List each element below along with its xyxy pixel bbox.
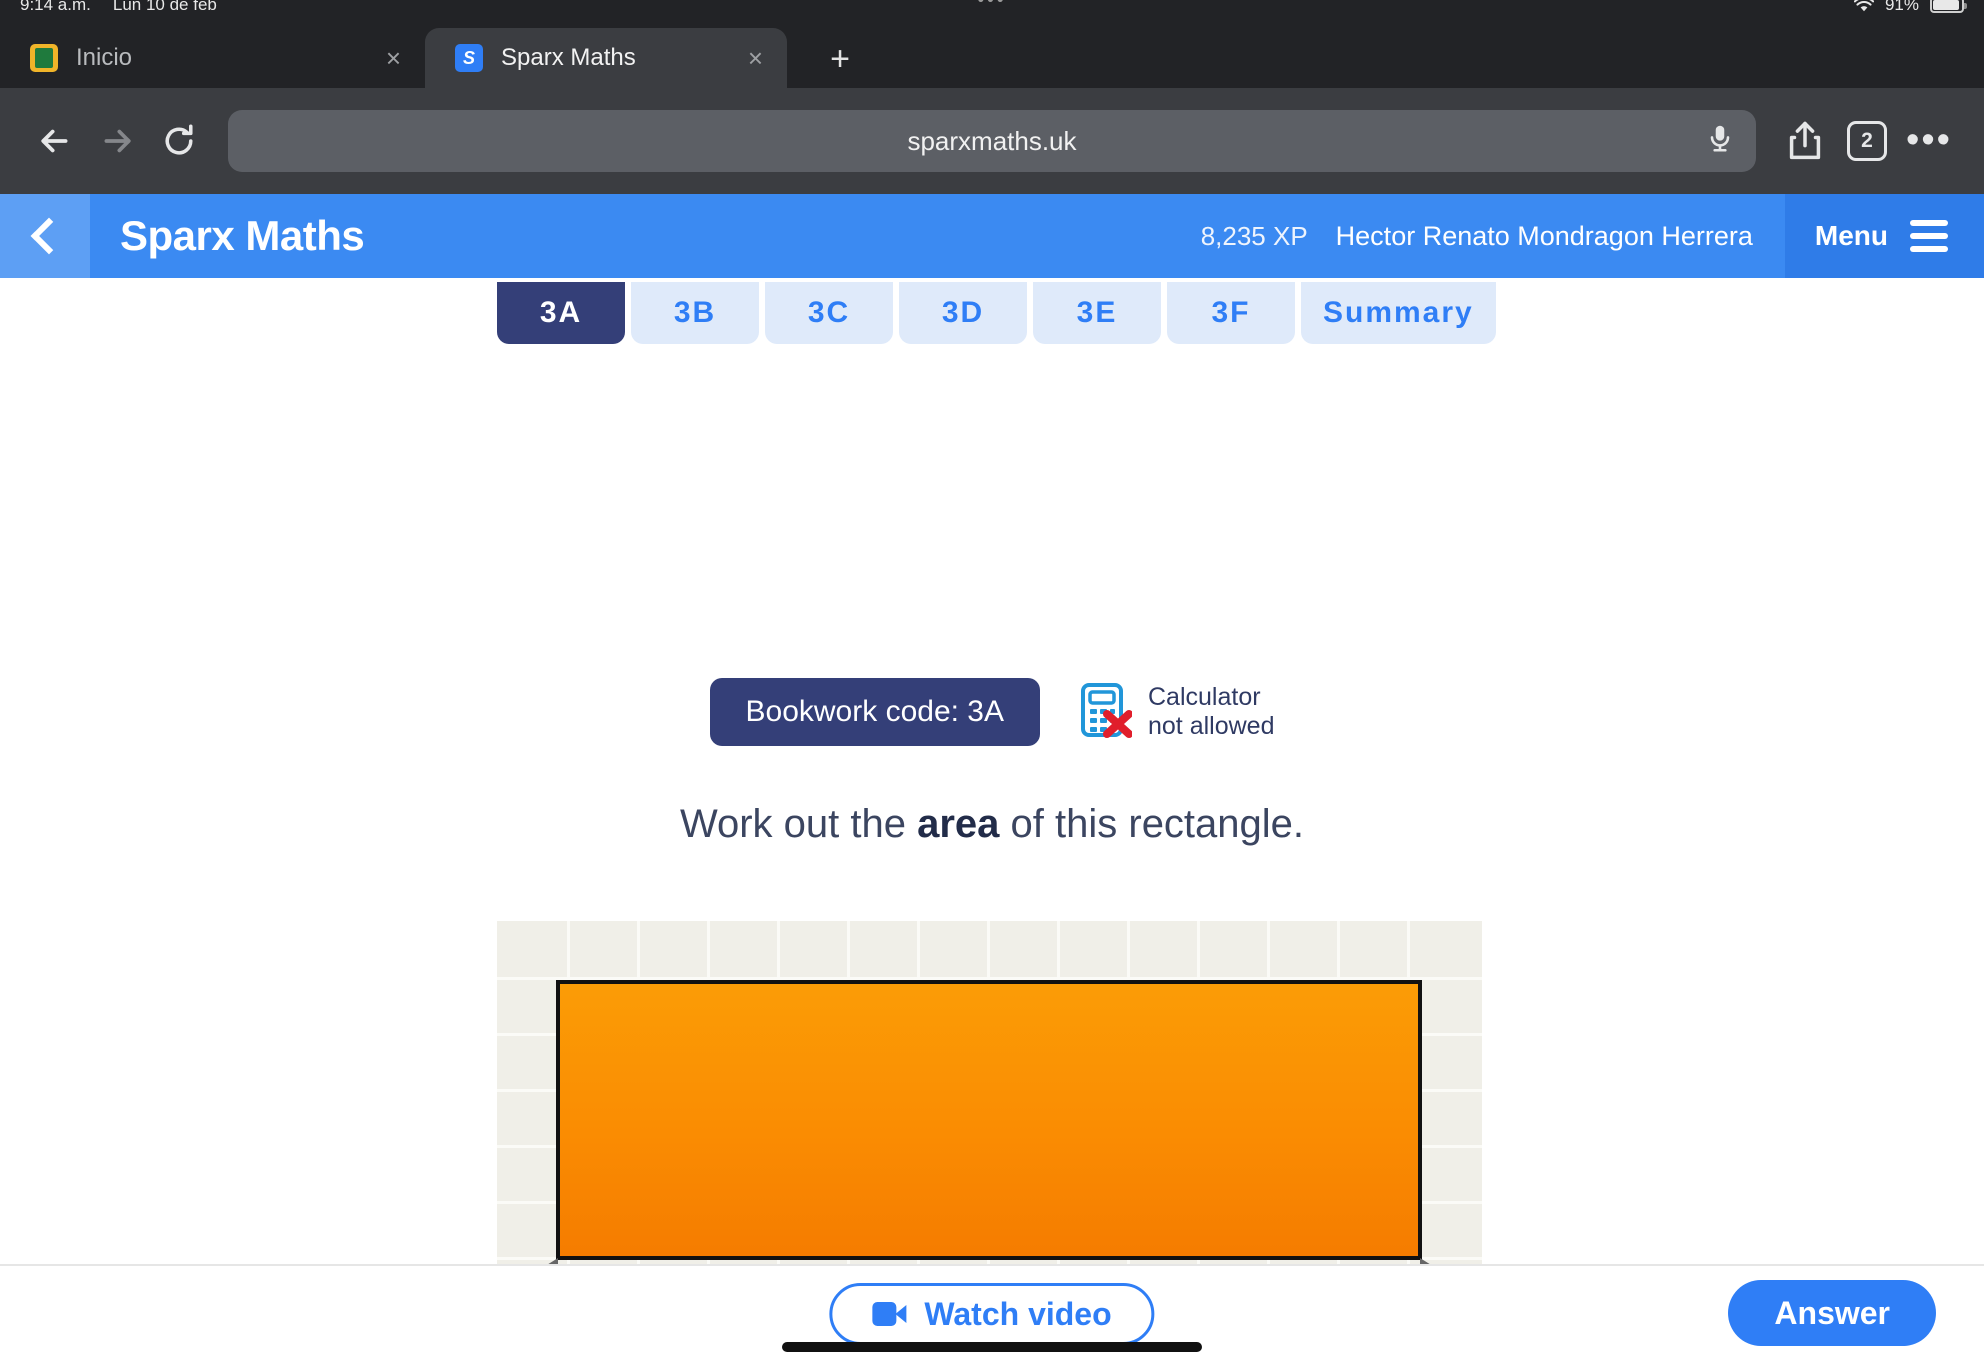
microphone-icon[interactable] — [1706, 123, 1734, 160]
status-bar-left: 9:14 a.m. Lun 10 de feb — [20, 0, 217, 15]
browser-tab-title: Sparx Maths — [501, 44, 636, 71]
share-icon[interactable] — [1774, 110, 1836, 172]
video-camera-icon — [872, 1302, 907, 1326]
close-tab-icon[interactable]: × — [380, 43, 407, 74]
calculator-not-allowed-notice: Calculator not allowed — [1080, 682, 1274, 743]
user-name-label: Hector Renato Mondragon Herrera — [1335, 220, 1753, 251]
answer-button[interactable]: Answer — [1728, 1280, 1936, 1346]
home-indicator — [782, 1342, 1202, 1352]
status-bar-dots-icon: ••• — [977, 0, 1007, 11]
back-arrow-icon[interactable] — [24, 110, 86, 172]
new-tab-button[interactable]: + — [812, 36, 868, 82]
watch-video-button[interactable]: Watch video — [829, 1283, 1155, 1345]
battery-icon — [1930, 0, 1967, 13]
calculator-notice-line2: not allowed — [1148, 712, 1275, 740]
browser-tab-title: Inicio — [76, 44, 133, 71]
tab-3a[interactable]: 3A — [497, 282, 625, 344]
bookwork-row: Bookwork code: 3A Calculator not allowed — [0, 678, 1984, 746]
reload-icon[interactable] — [148, 110, 210, 172]
browser-toolbar: sparxmaths.uk 2 ••• — [0, 88, 1984, 194]
battery-percent-label: 91% — [1884, 0, 1919, 14]
tab-3b[interactable]: 3B — [631, 282, 759, 344]
hamburger-menu-icon — [1910, 220, 1948, 252]
chevron-left-icon — [30, 217, 68, 255]
bookwork-code-badge: Bookwork code: 3A — [709, 678, 1040, 746]
calculator-notice-text: Calculator not allowed — [1148, 683, 1274, 742]
calculator-notice-line1: Calculator — [1148, 682, 1261, 711]
app-header: Sparx Maths 8,235 XP Hector Renato Mondr… — [0, 194, 1984, 278]
status-bar-right: 91% — [1853, 0, 1967, 15]
menu-label: Menu — [1814, 220, 1888, 251]
forward-arrow-icon — [86, 110, 148, 172]
tab-3f[interactable]: 3F — [1167, 282, 1295, 344]
orange-rectangle-shape — [556, 980, 1422, 1260]
status-bar-time: 9:14 a.m. — [20, 0, 91, 14]
tab-count-button[interactable]: 2 — [1836, 110, 1898, 172]
more-options-icon[interactable]: ••• — [1898, 110, 1960, 172]
watch-video-label: Watch video — [924, 1295, 1112, 1332]
menu-button[interactable]: Menu — [1784, 194, 1984, 278]
close-tab-icon[interactable]: × — [742, 43, 769, 74]
home-favicon-icon — [30, 44, 58, 72]
url-input[interactable]: sparxmaths.uk — [228, 110, 1756, 172]
tab-3c[interactable]: 3C — [765, 282, 893, 344]
tab-3e[interactable]: 3E — [1033, 282, 1161, 344]
browser-tab-strip: Inicio × S Sparx Maths × + — [0, 22, 1984, 88]
browser-tab-inicio[interactable]: Inicio × — [0, 28, 425, 88]
browser-tab-sparx-maths[interactable]: S Sparx Maths × — [425, 28, 787, 88]
sparx-favicon-icon: S — [455, 44, 483, 72]
screen: 9:14 a.m. Lun 10 de feb ••• 91% Inicio ×… — [0, 0, 1984, 1360]
tab-count-label: 2 — [1847, 121, 1887, 161]
calculator-not-allowed-icon — [1080, 682, 1133, 743]
bottom-action-bar: Watch video Answer — [0, 1264, 1984, 1360]
app-brand-title: Sparx Maths — [120, 212, 365, 259]
page-content: 3A 3B 3C 3D 3E 3F Summary Bookwork code:… — [0, 278, 1984, 1326]
question-prompt: Work out the area of this rectangle. — [0, 802, 1984, 847]
prompt-bold: area — [917, 802, 1000, 846]
xp-label: 8,235 XP — [1200, 220, 1308, 251]
app-back-button[interactable] — [0, 194, 90, 278]
status-bar-date: Lun 10 de feb — [112, 0, 217, 14]
app-header-right: 8,235 XP Hector Renato Mondragon Herrera… — [1201, 194, 1984, 278]
prompt-after: of this rectangle. — [999, 802, 1305, 846]
task-tab-bar: 3A 3B 3C 3D 3E 3F Summary — [497, 282, 1496, 344]
url-text: sparxmaths.uk — [907, 125, 1077, 156]
ios-status-bar: 9:14 a.m. Lun 10 de feb ••• 91% — [0, 0, 1984, 22]
wifi-icon — [1853, 0, 1875, 13]
tab-3d[interactable]: 3D — [899, 282, 1027, 344]
prompt-before: Work out the — [679, 802, 918, 846]
tab-summary[interactable]: Summary — [1301, 282, 1496, 344]
